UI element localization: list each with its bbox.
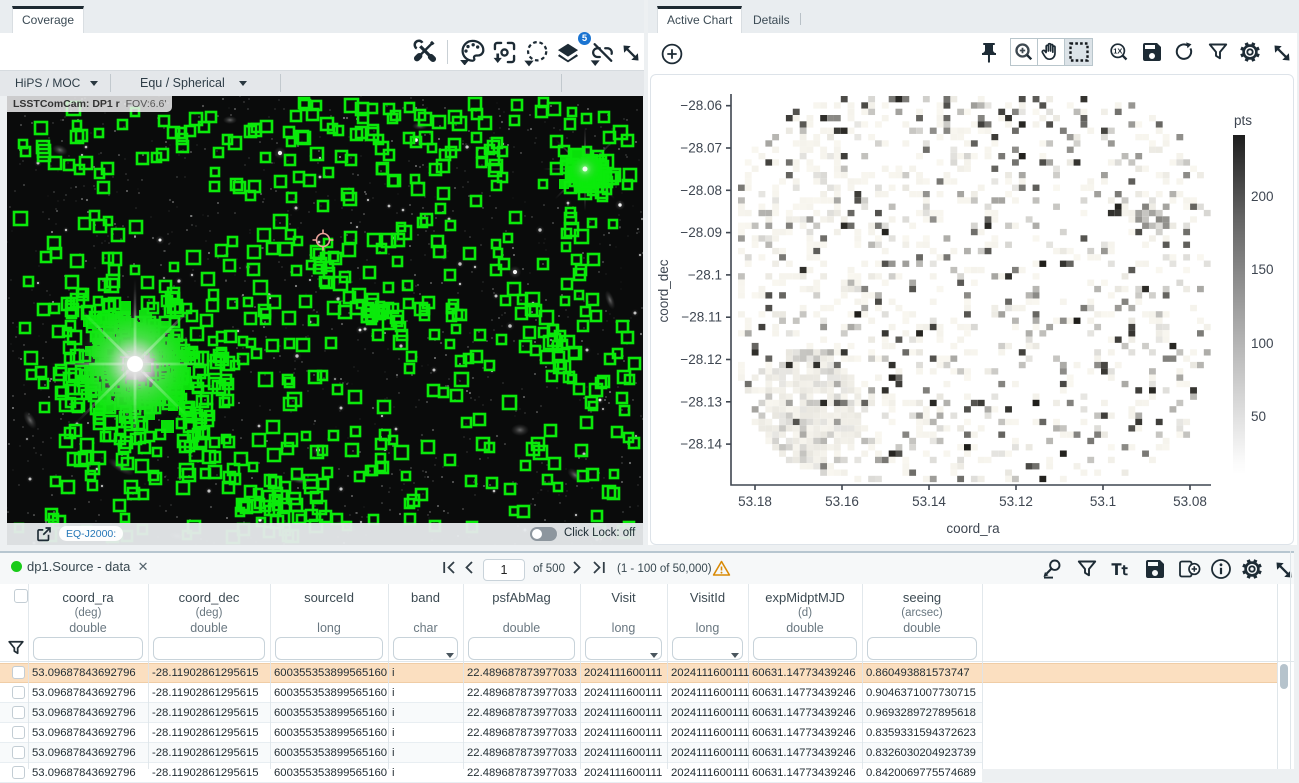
svg-text:−28.1: −28.1 bbox=[688, 267, 722, 282]
svg-text:coord_ra: coord_ra bbox=[946, 521, 1000, 536]
svg-text:−28.11: −28.11 bbox=[681, 310, 722, 325]
svg-text:100: 100 bbox=[1251, 336, 1274, 351]
svg-text:−28.06: −28.06 bbox=[680, 98, 722, 113]
svg-text:−28.07: −28.07 bbox=[680, 141, 722, 156]
svg-text:53.12: 53.12 bbox=[999, 494, 1033, 509]
svg-text:−28.08: −28.08 bbox=[680, 183, 722, 198]
svg-text:200: 200 bbox=[1251, 189, 1274, 204]
svg-text:53.16: 53.16 bbox=[825, 494, 859, 509]
svg-text:50: 50 bbox=[1251, 409, 1266, 424]
svg-text:150: 150 bbox=[1251, 262, 1274, 277]
svg-text:1X: 1X bbox=[1113, 47, 1122, 56]
svg-text:53.1: 53.1 bbox=[1090, 494, 1116, 509]
svg-text:−28.14: −28.14 bbox=[680, 437, 722, 452]
svg-text:pts: pts bbox=[1234, 113, 1252, 128]
svg-text:−28.13: −28.13 bbox=[680, 394, 722, 409]
svg-text:53.18: 53.18 bbox=[738, 494, 772, 509]
svg-text:53.08: 53.08 bbox=[1173, 494, 1207, 509]
svg-text:−28.09: −28.09 bbox=[680, 225, 722, 240]
svg-text:53.14: 53.14 bbox=[912, 494, 946, 509]
svg-text:coord_dec: coord_dec bbox=[656, 259, 671, 322]
svg-text:−28.12: −28.12 bbox=[680, 352, 722, 367]
